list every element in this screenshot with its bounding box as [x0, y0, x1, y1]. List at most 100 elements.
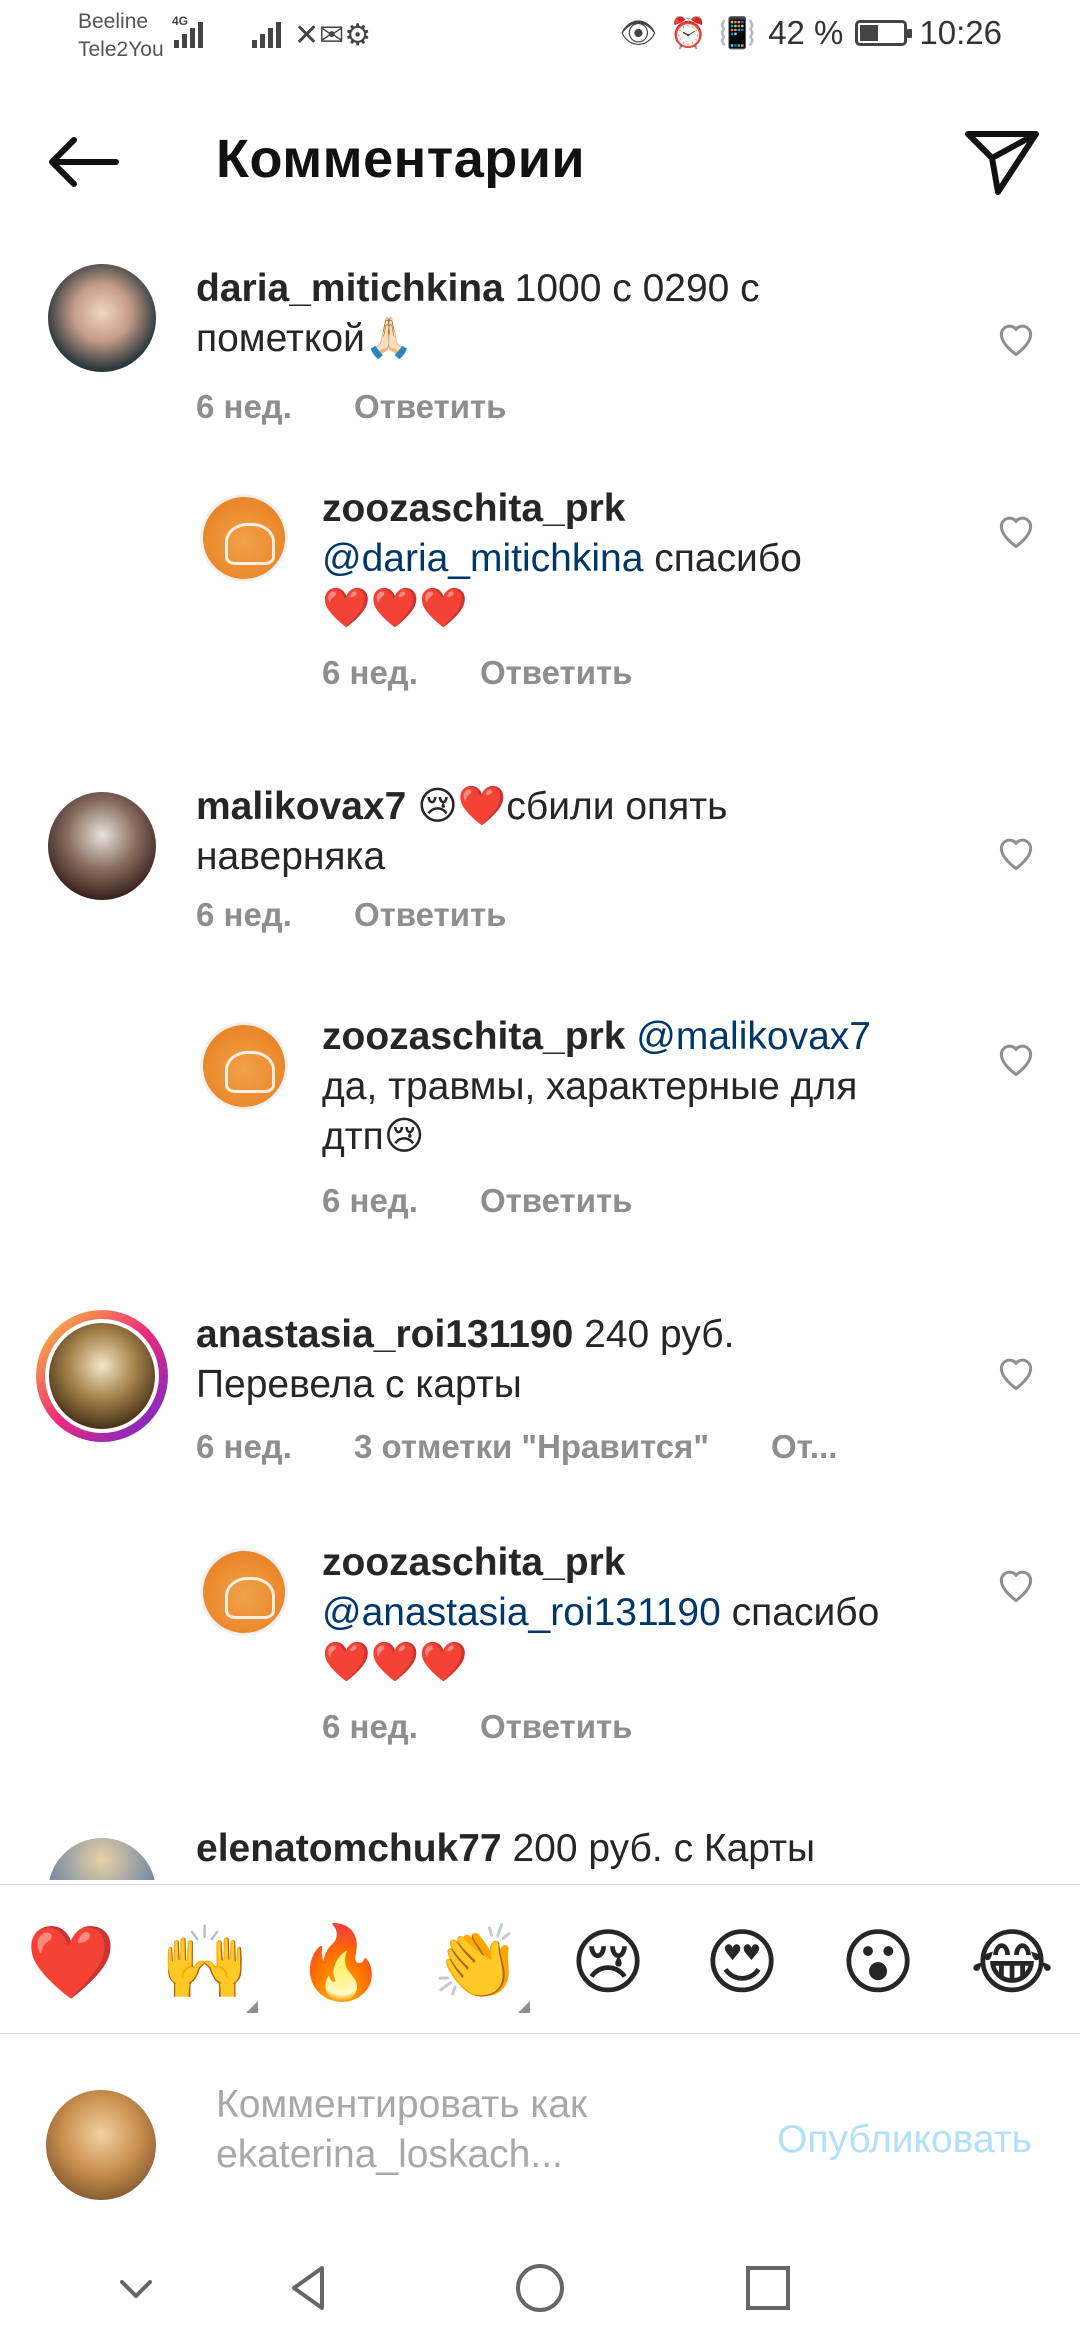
avatar-with-story-ring[interactable]: [36, 1310, 168, 1442]
comment-input[interactable]: Комментировать как ekaterina_loskach...: [216, 2080, 716, 2180]
mention-link[interactable]: @anastasia_roi131190: [322, 1591, 721, 1634]
like-heart-icon[interactable]: [994, 1350, 1038, 1394]
comment-text: zoozaschita_prk @daria_mitichkina спасиб…: [322, 484, 842, 634]
paper-plane-icon: [965, 131, 1039, 195]
emoji-tears-of-joy-button[interactable]: 😂: [970, 1921, 1054, 2005]
comment-age: 6 нед.: [322, 1182, 418, 1219]
reply-item: zoozaschita_prk @malikovax7 да, травмы, …: [0, 1015, 1080, 1252]
signal-2-icon: [252, 18, 281, 48]
avatar[interactable]: [200, 494, 288, 582]
reply-button[interactable]: Ответить: [480, 1708, 633, 1746]
comment-username[interactable]: zoozaschita_prk: [322, 487, 625, 530]
comment-username[interactable]: elenatomchuk77: [196, 1827, 502, 1870]
my-avatar: [46, 2090, 156, 2200]
skin-tone-indicator-icon: [518, 2001, 530, 2013]
home-circle-icon[interactable]: [508, 2256, 572, 2320]
like-heart-icon[interactable]: [994, 316, 1038, 360]
reply-button[interactable]: Ответить: [354, 388, 507, 426]
publish-button[interactable]: Опубликовать: [777, 2118, 1032, 2162]
comment-meta: 6 нед. Ответить: [196, 896, 506, 934]
emoji-heart-eyes-button[interactable]: 😍: [700, 1921, 784, 2005]
comment-text: elenatomchuk77 200 руб. с Карты: [196, 1824, 836, 1874]
comment-item: daria_mitichkina 1000 с 0290 с пометкой🙏…: [0, 264, 1080, 444]
emoji-open-mouth-button[interactable]: 😮: [836, 1921, 920, 2005]
comment-text: zoozaschita_prk @anastasia_roi131190 спа…: [322, 1538, 882, 1688]
share-button[interactable]: [960, 118, 1044, 202]
emoji-clap-button[interactable]: 👏: [432, 1921, 530, 2013]
comment-meta: 6 нед. Ответить: [322, 1708, 632, 1746]
reply-item: zoozaschita_prk @anastasia_roi131190 спа…: [0, 1541, 1080, 1778]
carrier-2: Tele2You: [78, 38, 164, 61]
comment-age: 6 нед.: [196, 1428, 292, 1465]
alarm-icon: ⏰: [669, 16, 707, 50]
carrier-1: Beeline: [78, 10, 149, 33]
avatar[interactable]: [200, 1022, 288, 1110]
back-arrow-icon: [49, 137, 119, 187]
signal-1-icon: 4G: [172, 14, 203, 48]
reply-button[interactable]: Ответить: [480, 654, 633, 692]
page-title: Комментарии: [216, 129, 586, 189]
comment-meta: 6 нед. 3 отметки "Нравится" От...: [196, 1428, 837, 1466]
like-heart-icon[interactable]: [994, 1562, 1038, 1606]
avatar[interactable]: [48, 264, 156, 372]
comment-item: anastasia_roi131190 240 руб. Перевела с …: [0, 1310, 1080, 1490]
clock: 10:26: [919, 14, 1002, 51]
comment-username[interactable]: zoozaschita_prk: [322, 1015, 625, 1058]
comment-composer: Комментировать как ekaterina_loskach... …: [0, 2034, 1080, 2234]
reply-item: zoozaschita_prk @daria_mitichkina спасиб…: [0, 487, 1080, 724]
comment-text: daria_mitichkina 1000 с 0290 с пометкой🙏…: [196, 264, 796, 364]
eye-comfort-icon: 👁: [619, 16, 658, 50]
battery-icon: [855, 20, 913, 46]
emoji-crying-button[interactable]: 😢: [566, 1921, 650, 2005]
comment-item: elenatomchuk77 200 руб. с Карты: [0, 1827, 1080, 1880]
emoji-glyph: 🙌: [160, 1923, 250, 2003]
comment-username[interactable]: anastasia_roi131190: [196, 1313, 573, 1356]
comment-username[interactable]: zoozaschita_prk: [322, 1541, 625, 1584]
reply-button[interactable]: От...: [771, 1428, 837, 1466]
header: Комментарии: [0, 100, 1080, 220]
mention-link[interactable]: @malikovax7: [636, 1015, 871, 1058]
reply-button[interactable]: Ответить: [354, 896, 507, 934]
like-heart-icon[interactable]: [994, 508, 1038, 552]
comment-body: 200 руб. с Карты: [501, 1827, 816, 1870]
comment-list[interactable]: daria_mitichkina 1000 с 0290 с пометкой🙏…: [0, 240, 1080, 1880]
reply-button[interactable]: Ответить: [480, 1182, 633, 1220]
like-heart-icon[interactable]: [994, 1036, 1038, 1080]
comment-username[interactable]: malikovax7: [196, 785, 406, 828]
status-bar: Beeline Tele2You 4G ✕✉⚙ 👁 ⏰ 📳 42 % 10:26: [0, 0, 1080, 72]
carrier-names: Beeline Tele2You: [78, 8, 164, 64]
system-nav-bar: [0, 2234, 1080, 2340]
comment-age: 6 нед.: [196, 896, 292, 933]
emoji-heart-button[interactable]: ❤️: [26, 1921, 116, 2005]
skin-tone-indicator-icon: [246, 2001, 258, 2013]
back-triangle-icon[interactable]: [278, 2256, 342, 2320]
vibrate-icon: 📳: [718, 16, 757, 50]
comment-text: anastasia_roi131190 240 руб. Перевела с …: [196, 1310, 796, 1410]
status-right: 👁 ⏰ 📳 42 % 10:26: [619, 14, 1002, 52]
comment-age: 6 нед.: [322, 1708, 418, 1745]
emoji-glyph: 👏: [432, 1923, 522, 2003]
emoji-fire-button[interactable]: 🔥: [296, 1921, 386, 2005]
network-type: 4G: [172, 14, 189, 28]
avatar[interactable]: [48, 792, 156, 900]
avatar[interactable]: [200, 1548, 288, 1636]
comment-age: 6 нед.: [196, 388, 292, 425]
hide-keyboard-chevron-icon[interactable]: [104, 2256, 168, 2320]
emoji-raised-hands-button[interactable]: 🙌: [160, 1921, 258, 2013]
battery-fill: [860, 25, 879, 41]
comment-username[interactable]: daria_mitichkina: [196, 267, 504, 310]
back-button[interactable]: [44, 122, 124, 202]
avatar[interactable]: [48, 1838, 156, 1880]
mention-link[interactable]: @daria_mitichkina: [322, 537, 643, 580]
recents-square-icon[interactable]: [736, 2256, 800, 2320]
comment-text: malikovax7 😢❤️сбили опять наверняка: [196, 782, 816, 882]
emoji-quick-bar: ❤️ 🙌 🔥 👏 😢 😍 😮 😂: [0, 1884, 1080, 2034]
like-heart-icon[interactable]: [994, 830, 1038, 874]
comment-age: 6 нед.: [322, 654, 418, 691]
comment-body: да, травмы, характерные для дтп😢: [322, 1065, 858, 1158]
comment-meta: 6 нед. Ответить: [322, 1182, 632, 1220]
comment-item: malikovax7 😢❤️сбили опять наверняка 6 не…: [0, 785, 1080, 972]
comment-text: zoozaschita_prk @malikovax7 да, травмы, …: [322, 1012, 922, 1162]
battery-percent: 42 %: [768, 14, 844, 51]
likes-count[interactable]: 3 отметки "Нравится": [354, 1428, 709, 1466]
